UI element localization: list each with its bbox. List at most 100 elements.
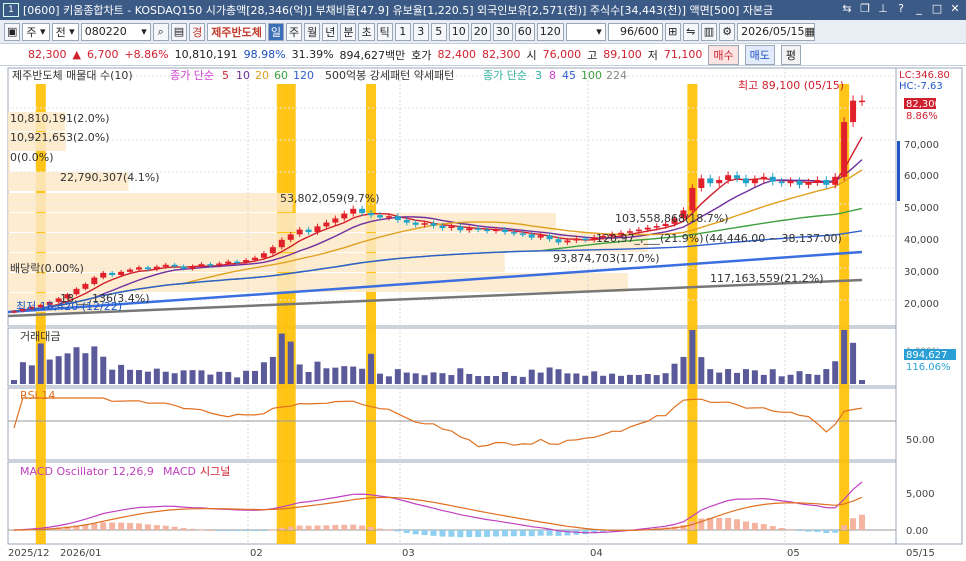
- date-label-apr: 04: [590, 548, 603, 559]
- volume-bar-81: [734, 372, 741, 384]
- pattern-legend: 500억봉 강세패턴 약세패턴: [325, 68, 454, 82]
- profile-label-2: 10,921,653(2.0%): [10, 131, 110, 144]
- ask-label: 호가: [411, 48, 432, 62]
- candle-body-29: [269, 247, 276, 254]
- interval-1[interactable]: 1: [394, 22, 411, 41]
- minimize-icon[interactable]: _: [912, 1, 926, 17]
- help-icon[interactable]: ?: [894, 1, 908, 17]
- maximize-icon[interactable]: □: [930, 1, 944, 17]
- save-icon[interactable]: ▥: [700, 22, 718, 41]
- volume-bar-24: [225, 371, 232, 384]
- compare-icon[interactable]: ⇋: [682, 22, 699, 41]
- ma-3-label: 3: [535, 69, 542, 82]
- volume-profile-bar-4: [8, 193, 293, 212]
- sync-icon[interactable]: ⇆: [840, 1, 854, 17]
- candle-body-71: [644, 227, 651, 230]
- interval-5[interactable]: 5: [430, 22, 447, 41]
- interval-20[interactable]: 20: [470, 22, 491, 41]
- volume-bar-89: [805, 374, 812, 384]
- grid-icon[interactable]: ▤: [170, 22, 188, 41]
- eval-button[interactable]: 평: [780, 44, 802, 65]
- interval-custom[interactable]: ▾: [565, 22, 606, 41]
- candle-body-9: [91, 277, 98, 284]
- macd-osc-bar-21: [198, 529, 205, 531]
- scope-select[interactable]: 전 ▾: [51, 22, 79, 41]
- interval-120[interactable]: 120: [536, 22, 564, 41]
- sell-button[interactable]: 매도: [744, 44, 775, 65]
- candle-body-12: [118, 271, 125, 276]
- candle-body-59: [537, 235, 544, 238]
- volume-bar-79: [716, 372, 723, 384]
- interval-3[interactable]: 3: [412, 22, 429, 41]
- interval-60[interactable]: 60: [514, 22, 535, 41]
- profile-label-8: 93,874,703(17.0%): [553, 252, 660, 265]
- volume-bar-3: [37, 343, 44, 384]
- volume-bar-12: [118, 364, 125, 384]
- macd-osc-bar-87: [787, 529, 794, 531]
- candle-body-90: [814, 180, 821, 183]
- macd-osc-bar-32: [296, 525, 303, 530]
- volume-bar-36: [332, 367, 339, 384]
- candle-body-48: [439, 225, 446, 228]
- macd-osc-bar-60: [546, 530, 553, 536]
- high-note: 최고 89,100 (05/15): [738, 79, 844, 92]
- volume-bar-8: [82, 353, 89, 384]
- period-day[interactable]: 일: [267, 22, 284, 41]
- macd-osc-bar-24: [225, 530, 232, 531]
- candle-body-85: [769, 176, 776, 182]
- period-second[interactable]: 초: [358, 22, 375, 41]
- axis-20000: 20,000: [904, 299, 939, 310]
- macd-osc-bar-40: [368, 526, 375, 530]
- period-minute[interactable]: 분: [340, 22, 357, 41]
- macd-legend: MACD: [163, 465, 196, 478]
- type-select[interactable]: 주 ▾: [22, 22, 50, 41]
- gear-icon[interactable]: ⚙: [719, 22, 736, 41]
- copy-icon[interactable]: ❐: [858, 1, 872, 17]
- ma-45-label: 45: [562, 69, 576, 82]
- volume-bar-6: [64, 353, 71, 384]
- macd-osc-bar-58: [528, 530, 535, 537]
- buy-button[interactable]: 매수: [708, 44, 739, 65]
- period-week[interactable]: 주: [285, 22, 303, 41]
- volume-bar-15: [144, 371, 151, 384]
- candle-body-22: [207, 264, 214, 266]
- period-month[interactable]: 월: [304, 22, 321, 41]
- code-input[interactable]: 080220 ▾: [80, 22, 151, 41]
- layout-icon[interactable]: ▣: [4, 22, 21, 41]
- volume-bar-61: [555, 369, 562, 384]
- hc-label: HC:-7.63: [899, 81, 943, 92]
- interval-10[interactable]: 10: [448, 22, 469, 41]
- volume-bar-77: [698, 357, 705, 384]
- close-icon[interactable]: ✕: [948, 1, 962, 17]
- candle-body-78: [707, 178, 714, 184]
- interval-30[interactable]: 30: [492, 22, 513, 41]
- stock-chart-svg[interactable]: 제주반도체 매물대 수(10) 종가 단순 5 10 20 60 120 500…: [0, 66, 966, 561]
- price-change: 6,700: [86, 48, 119, 61]
- date-input[interactable]: 2026/05/15 ▦: [737, 22, 816, 41]
- macd-osc-bar-77: [698, 518, 705, 530]
- candle-body-46: [421, 223, 428, 225]
- period-tick[interactable]: 틱: [376, 22, 393, 41]
- count-input[interactable]: 96/600: [607, 22, 663, 41]
- volume-bar-87: [787, 374, 794, 384]
- search-icon[interactable]: ⌕: [152, 22, 169, 41]
- signal-legend: 시그널: [200, 465, 230, 478]
- macd-osc-bar-20: [189, 528, 196, 530]
- period-year[interactable]: 년: [322, 22, 339, 41]
- volume-bar-27: [252, 370, 259, 384]
- lc-label: LC:346.80: [899, 70, 950, 81]
- candle-body-82: [742, 178, 749, 184]
- volume-bar-47: [430, 372, 437, 384]
- candle-body-45: [412, 222, 419, 225]
- axis-30000: 30,000: [904, 267, 939, 278]
- watch-icon[interactable]: 경: [189, 22, 206, 41]
- candle-body-28: [260, 253, 267, 258]
- pin-icon[interactable]: ⊥: [876, 1, 890, 17]
- volume-bar-31: [287, 341, 294, 384]
- chart-area[interactable]: 제주반도체 매물대 수(10) 종가 단순 5 10 20 60 120 500…: [0, 66, 966, 561]
- candle-body-21: [198, 264, 205, 267]
- volume-bar-9: [91, 346, 98, 384]
- tools-icon[interactable]: ⊞: [664, 22, 681, 41]
- candle-body-37: [341, 213, 348, 219]
- macd-osc-bar-54: [493, 530, 500, 537]
